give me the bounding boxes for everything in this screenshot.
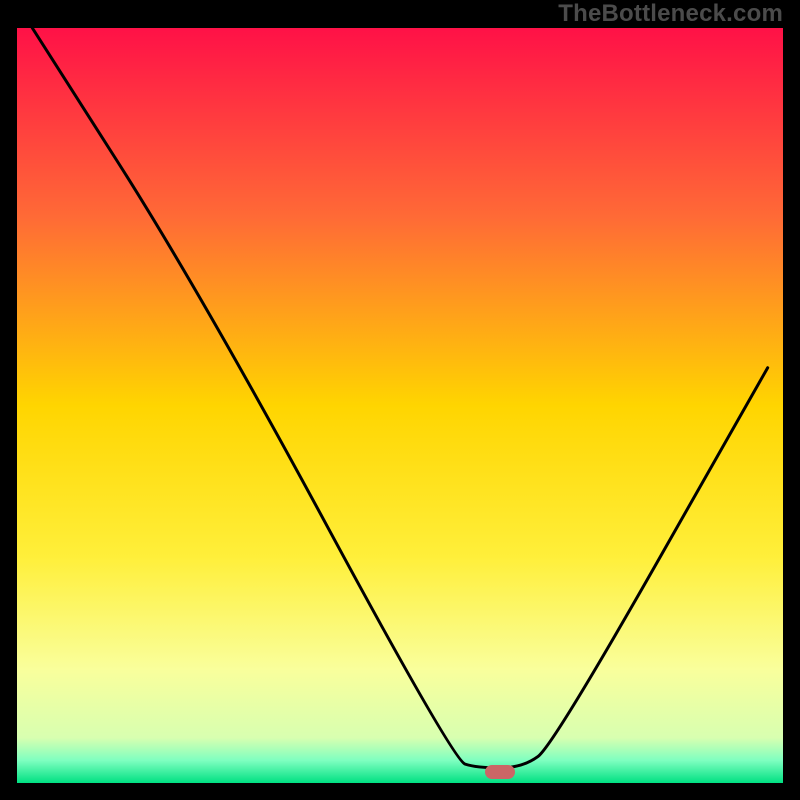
bottleneck-curve (32, 28, 767, 768)
curve-svg (17, 28, 783, 783)
plot-area (17, 28, 783, 783)
optimum-marker (485, 765, 515, 779)
watermark-text: TheBottleneck.com (558, 0, 783, 28)
chart-frame: TheBottleneck.com (0, 0, 800, 800)
